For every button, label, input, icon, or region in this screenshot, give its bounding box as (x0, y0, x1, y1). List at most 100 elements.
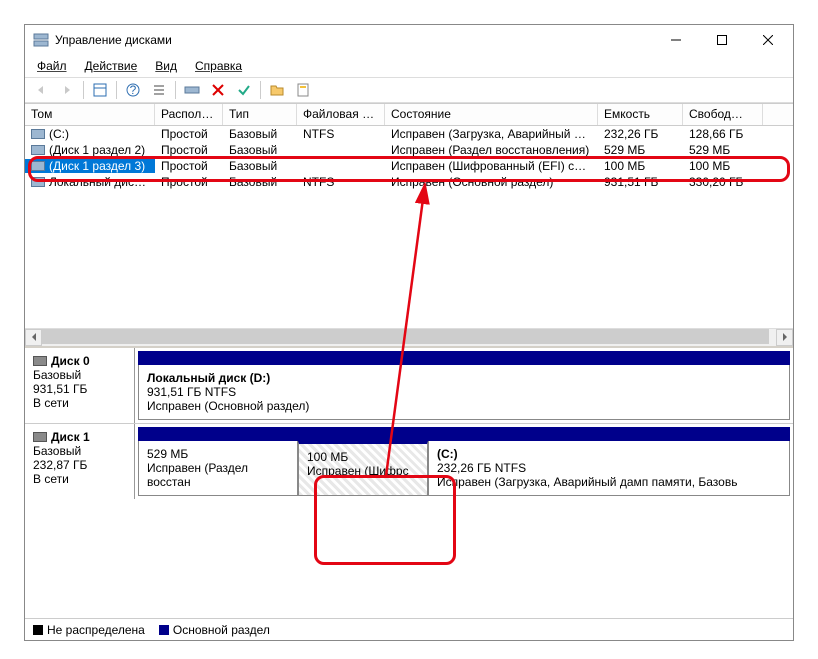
volume-status: Исправен (Шифрованный (EFI) систем… (385, 159, 598, 173)
volume-capacity: 529 МБ (598, 143, 683, 157)
volume-icon (31, 129, 45, 139)
column-free[interactable]: Свобод… (683, 104, 763, 125)
window-buttons (653, 25, 791, 55)
table-row[interactable]: Локальный диск (…ПростойБазовыйNTFSИспра… (25, 174, 793, 190)
partition[interactable]: (C:)232,26 ГБ NTFSИсправен (Загрузка, Ав… (428, 441, 790, 496)
volume-layout: Простой (155, 175, 223, 189)
disk-size: 232,87 ГБ (33, 458, 126, 472)
disk-type: Базовый (33, 444, 126, 458)
horizontal-scrollbar[interactable] (25, 328, 793, 345)
volume-type: Базовый (223, 127, 297, 141)
legend-primary: Основной раздел (159, 623, 270, 637)
maximize-button[interactable] (699, 25, 745, 55)
disk-status: В сети (33, 472, 126, 486)
partition-status: Исправен (Раздел восстан (147, 461, 289, 489)
volume-name: (C:) (25, 127, 155, 141)
close-button[interactable] (745, 25, 791, 55)
disk-icon (33, 432, 47, 442)
content-area: Том Располо… Тип Файловая с… Состояние Е… (25, 103, 793, 640)
folder-button[interactable] (265, 79, 289, 101)
toolbar-separator (116, 81, 117, 99)
partition[interactable]: 100 МБИсправен (Шифрс (298, 441, 428, 496)
minimize-button[interactable] (653, 25, 699, 55)
table-body: (C:)ПростойБазовыйNTFSИсправен (Загрузка… (25, 126, 793, 328)
refresh-button[interactable] (88, 79, 112, 101)
menu-file[interactable]: Файл (29, 57, 75, 75)
partition-label: Локальный диск (D:) (147, 371, 781, 385)
table-row[interactable]: (Диск 1 раздел 2)ПростойБазовыйИсправен … (25, 142, 793, 158)
menu-action[interactable]: Действие (77, 57, 146, 75)
volume-table: Том Располо… Тип Файловая с… Состояние Е… (25, 104, 793, 348)
toolbar-separator (175, 81, 176, 99)
disk-type: Базовый (33, 368, 126, 382)
partition[interactable]: 529 МБИсправен (Раздел восстан (138, 441, 298, 496)
partition-status: Исправен (Основной раздел) (147, 399, 781, 413)
partition-size: 529 МБ (147, 447, 289, 461)
disk-partitions: 529 МБИсправен (Раздел восстан100 МБИспр… (135, 424, 793, 499)
disk-name: Диск 1 (33, 430, 126, 444)
disk-button[interactable] (180, 79, 204, 101)
disk-graphical-view: Диск 0Базовый931,51 ГБВ сетиЛокальный ди… (25, 348, 793, 618)
partition-status: Исправен (Загрузка, Аварийный дамп памят… (437, 475, 781, 489)
table-row[interactable]: (Диск 1 раздел 3)ПростойБазовый Исправен … (25, 158, 793, 174)
scroll-track[interactable] (42, 329, 776, 346)
partition-size: 100 МБ (307, 450, 419, 464)
volume-name: Локальный диск (… (25, 175, 155, 189)
menu-view[interactable]: Вид (147, 57, 185, 75)
disk-partitions: Локальный диск (D:)931,51 ГБ NTFSИсправе… (135, 348, 793, 423)
partition-label: (C:) (437, 447, 781, 461)
app-icon (33, 32, 49, 48)
column-status[interactable]: Состояние (385, 104, 598, 125)
volume-icon (31, 145, 45, 155)
volume-capacity: 931,51 ГБ (598, 175, 683, 189)
disk-icon (33, 356, 47, 366)
scroll-thumb[interactable] (42, 329, 769, 344)
black-square-icon (33, 625, 43, 635)
column-layout[interactable]: Располо… (155, 104, 223, 125)
validate-button[interactable] (232, 79, 256, 101)
disk-header-bar (138, 351, 790, 365)
legend-unallocated: Не распределена (33, 623, 145, 637)
volume-icon (31, 177, 45, 187)
volume-layout: Простой (155, 159, 223, 173)
volume-status: Исправен (Загрузка, Аварийный дамп … (385, 127, 598, 141)
back-button[interactable] (29, 79, 53, 101)
disk-name: Диск 0 (33, 354, 126, 368)
scroll-left-button[interactable] (25, 329, 42, 346)
menu-help[interactable]: Справка (187, 57, 250, 75)
window-title: Управление дисками (55, 33, 653, 47)
volume-type: Базовый (223, 159, 297, 173)
volume-name: (Диск 1 раздел 3) (25, 159, 155, 173)
column-type[interactable]: Тип (223, 104, 297, 125)
volume-fs: NTFS (297, 127, 385, 141)
table-row[interactable]: (C:)ПростойБазовыйNTFSИсправен (Загрузка… (25, 126, 793, 142)
titlebar: Управление дисками (25, 25, 793, 55)
column-filesystem[interactable]: Файловая с… (297, 104, 385, 125)
column-capacity[interactable]: Емкость (598, 104, 683, 125)
volume-capacity: 100 МБ (598, 159, 683, 173)
volume-free: 100 МБ (683, 159, 763, 173)
blue-square-icon (159, 625, 169, 635)
toolbar: ? (25, 77, 793, 103)
list-button[interactable] (147, 79, 171, 101)
column-volume[interactable]: Том (25, 104, 155, 125)
toolbar-separator (260, 81, 261, 99)
partition[interactable]: Локальный диск (D:)931,51 ГБ NTFSИсправе… (138, 365, 790, 420)
disk-block: Диск 1Базовый232,87 ГБВ сети529 МБИсправ… (25, 423, 793, 499)
volume-free: 330,20 ГБ (683, 175, 763, 189)
help-button[interactable]: ? (121, 79, 145, 101)
table-header: Том Располо… Тип Файловая с… Состояние Е… (25, 104, 793, 126)
disk-block: Диск 0Базовый931,51 ГБВ сетиЛокальный ди… (25, 348, 793, 423)
volume-name: (Диск 1 раздел 2) (25, 143, 155, 157)
scroll-right-button[interactable] (776, 329, 793, 346)
volume-layout: Простой (155, 143, 223, 157)
volume-fs: NTFS (297, 175, 385, 189)
volume-layout: Простой (155, 127, 223, 141)
partition-size: 232,26 ГБ NTFS (437, 461, 781, 475)
volume-capacity: 232,26 ГБ (598, 127, 683, 141)
partition-status: Исправен (Шифрс (307, 464, 419, 478)
properties-button[interactable] (291, 79, 315, 101)
forward-button[interactable] (55, 79, 79, 101)
delete-button[interactable] (206, 79, 230, 101)
volume-status: Исправен (Основной раздел) (385, 175, 598, 189)
